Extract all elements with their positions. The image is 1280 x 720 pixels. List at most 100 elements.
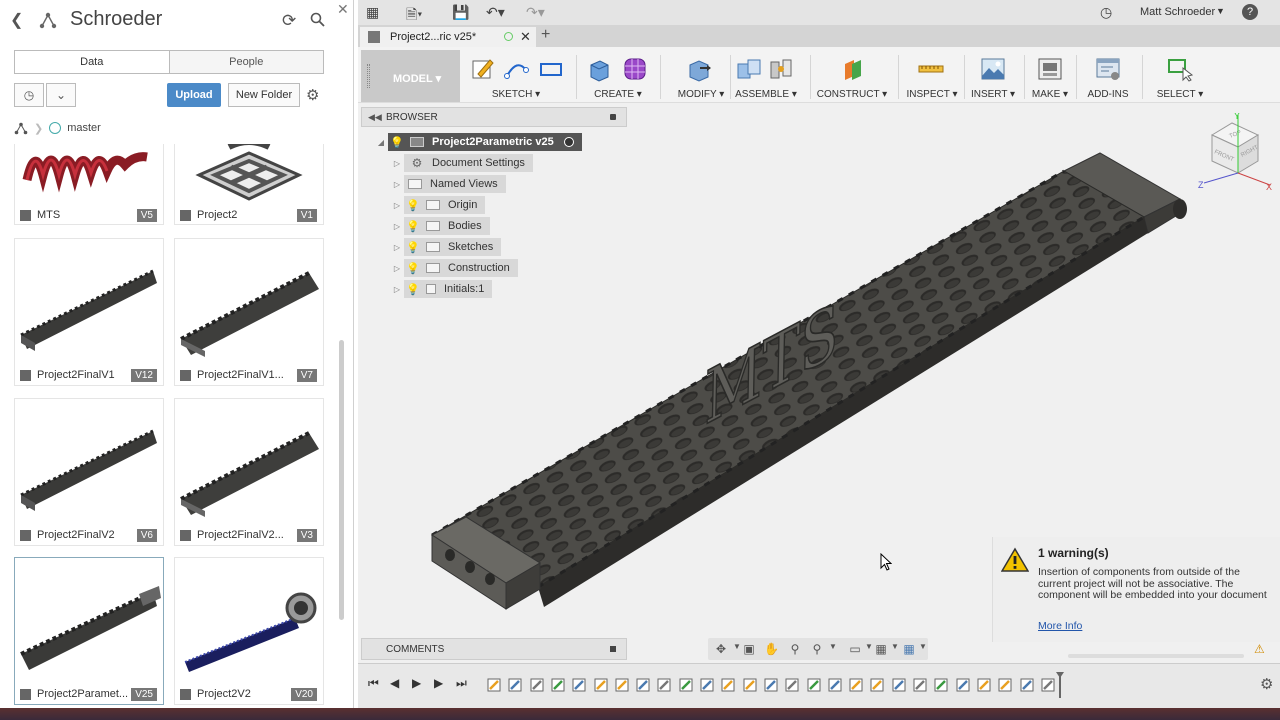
- pan-icon[interactable]: ✋: [764, 642, 779, 656]
- redo-icon[interactable]: ↷▾: [526, 4, 545, 21]
- visibility-bulb-icon[interactable]: 💡: [388, 136, 406, 149]
- measure-icon[interactable]: [918, 56, 944, 82]
- timeline-feature-icon[interactable]: [997, 677, 1013, 693]
- history-button[interactable]: ◷: [14, 83, 44, 107]
- press-pull-icon[interactable]: [686, 56, 712, 82]
- timeline-feature-icon[interactable]: [742, 677, 758, 693]
- user-chevron-icon[interactable]: ▼: [1216, 6, 1225, 16]
- back-arrow-icon[interactable]: ❮: [10, 10, 23, 30]
- joint-icon[interactable]: [768, 56, 794, 82]
- comments-panel[interactable]: COMMENTS: [361, 638, 627, 660]
- timeline-feature-icon[interactable]: [529, 677, 545, 693]
- tree-item-origin[interactable]: ▷ 💡 Origin: [390, 196, 486, 214]
- expand-icon[interactable]: ▷: [390, 159, 404, 168]
- timeline-feature-icon[interactable]: [784, 677, 800, 693]
- timeline-feature-icon[interactable]: [678, 677, 694, 693]
- timeline-feature-icon[interactable]: [806, 677, 822, 693]
- warning-indicator-icon[interactable]: ⚠: [1254, 642, 1265, 656]
- timeline-settings-gear-icon[interactable]: ⚙: [1260, 675, 1273, 693]
- timeline-feature-icon[interactable]: [614, 677, 630, 693]
- timeline-feature-icon[interactable]: [571, 677, 587, 693]
- timeline-feature-icon[interactable]: [976, 677, 992, 693]
- user-name[interactable]: Matt Schroeder: [1140, 6, 1215, 18]
- document-tab[interactable]: Project2...ric v25* ✕: [360, 27, 536, 47]
- chevron-down-icon[interactable]: ▼: [916, 642, 930, 656]
- timeline-feature-icon[interactable]: [848, 677, 864, 693]
- timeline-feature-icon[interactable]: [1040, 677, 1056, 693]
- go-to-start-icon[interactable]: ⏮: [368, 676, 379, 691]
- offset-plane-icon[interactable]: [840, 56, 866, 82]
- warning-scrollbar[interactable]: [1068, 654, 1244, 658]
- timeline-feature-icon[interactable]: [699, 677, 715, 693]
- expand-icon[interactable]: ▷: [390, 264, 404, 273]
- file-card[interactable]: MTS V5: [14, 144, 164, 225]
- job-status-icon[interactable]: ◷: [1100, 4, 1112, 21]
- timeline-feature-icon[interactable]: [869, 677, 885, 693]
- select-group[interactable]: SELECT ▾: [1150, 52, 1210, 102]
- activate-radio[interactable]: [563, 137, 574, 147]
- timeline-feature-icon[interactable]: [656, 677, 672, 693]
- timeline-feature-icon[interactable]: [763, 677, 779, 693]
- expand-icon[interactable]: ◢: [374, 138, 388, 147]
- tree-item-construction[interactable]: ▷ 💡 Construction: [390, 259, 518, 277]
- tree-item-named-views[interactable]: ▷ Named Views: [390, 175, 506, 193]
- upload-button[interactable]: Upload: [167, 83, 221, 107]
- close-tab-icon[interactable]: ✕: [520, 29, 531, 45]
- construct-group[interactable]: CONSTRUCT ▾: [816, 52, 888, 102]
- timeline-feature-icon[interactable]: [955, 677, 971, 693]
- insert-image-icon[interactable]: [980, 56, 1006, 82]
- insert-group[interactable]: INSERT ▾: [968, 52, 1018, 102]
- go-to-end-icon[interactable]: ⏭: [456, 676, 467, 691]
- data-panel-scrollbar[interactable]: [339, 340, 344, 620]
- browser-header[interactable]: ◀◀ BROWSER: [361, 107, 627, 127]
- tab-people[interactable]: People: [169, 51, 323, 73]
- timeline-feature-icon[interactable]: [550, 677, 566, 693]
- new-folder-button[interactable]: New Folder: [228, 83, 300, 107]
- file-card[interactable]: Project2Paramet... V25: [14, 557, 164, 705]
- timeline-feature-icon[interactable]: [507, 677, 523, 693]
- file-card[interactable]: Project2V2 V20: [174, 557, 324, 705]
- collapse-icon[interactable]: ◀◀: [368, 112, 382, 123]
- line-icon[interactable]: [504, 56, 530, 82]
- save-icon[interactable]: 💾: [452, 4, 469, 21]
- visibility-bulb-icon[interactable]: 💡: [404, 241, 422, 254]
- undo-icon[interactable]: ↶▾: [486, 4, 505, 21]
- timeline-feature-icon[interactable]: [827, 677, 843, 693]
- search-icon[interactable]: [310, 12, 325, 27]
- refresh-icon[interactable]: ⟳: [282, 11, 296, 31]
- hub-icon[interactable]: [14, 122, 28, 135]
- make-group[interactable]: MAKE ▾: [1028, 52, 1072, 102]
- file-card[interactable]: Project2 V1: [174, 144, 324, 225]
- viewports-icon[interactable]: ▦: [902, 642, 916, 656]
- modify-group[interactable]: MODIFY ▾: [664, 52, 738, 102]
- assemble-group[interactable]: ASSEMBLE ▾: [734, 52, 798, 102]
- select-icon[interactable]: [1167, 56, 1193, 82]
- dropdown-button[interactable]: ⌄: [46, 83, 76, 107]
- look-at-icon[interactable]: ▣: [742, 642, 756, 656]
- view-cube[interactable]: TOP FRONT RIGHT Y Z X: [1174, 113, 1274, 203]
- breadcrumb-branch[interactable]: master: [67, 122, 101, 134]
- help-icon[interactable]: ?: [1242, 4, 1258, 20]
- timeline-feature-icon[interactable]: [1019, 677, 1035, 693]
- expand-icon[interactable]: ▷: [390, 285, 404, 294]
- timeline-feature-icon[interactable]: [912, 677, 928, 693]
- file-card[interactable]: Project2FinalV1... V7: [174, 238, 324, 386]
- play-icon[interactable]: ▶: [412, 676, 421, 690]
- sketch-group[interactable]: SKETCH ▾: [466, 52, 566, 102]
- file-card[interactable]: Project2FinalV2... V3: [174, 398, 324, 546]
- close-panel-icon[interactable]: ✕: [337, 1, 349, 18]
- timeline-feature-icon[interactable]: [891, 677, 907, 693]
- display-settings-icon[interactable]: ▭: [848, 642, 862, 656]
- extrude-icon[interactable]: [586, 56, 612, 82]
- expand-icon[interactable]: ▷: [390, 201, 404, 210]
- expand-icon[interactable]: ▷: [390, 222, 404, 231]
- expand-icon[interactable]: ▷: [390, 180, 404, 189]
- zoom-icon[interactable]: ⚲: [788, 642, 802, 656]
- pin-icon[interactable]: [610, 114, 616, 120]
- gear-icon[interactable]: ⚙: [306, 86, 319, 104]
- chevron-down-icon[interactable]: ▼: [888, 642, 902, 656]
- orbit-icon[interactable]: ✥: [714, 642, 728, 656]
- form-icon[interactable]: [622, 56, 648, 82]
- tree-item-document-settings[interactable]: ▷ ⚙ Document Settings: [390, 154, 533, 172]
- rectangle-icon[interactable]: [538, 56, 564, 82]
